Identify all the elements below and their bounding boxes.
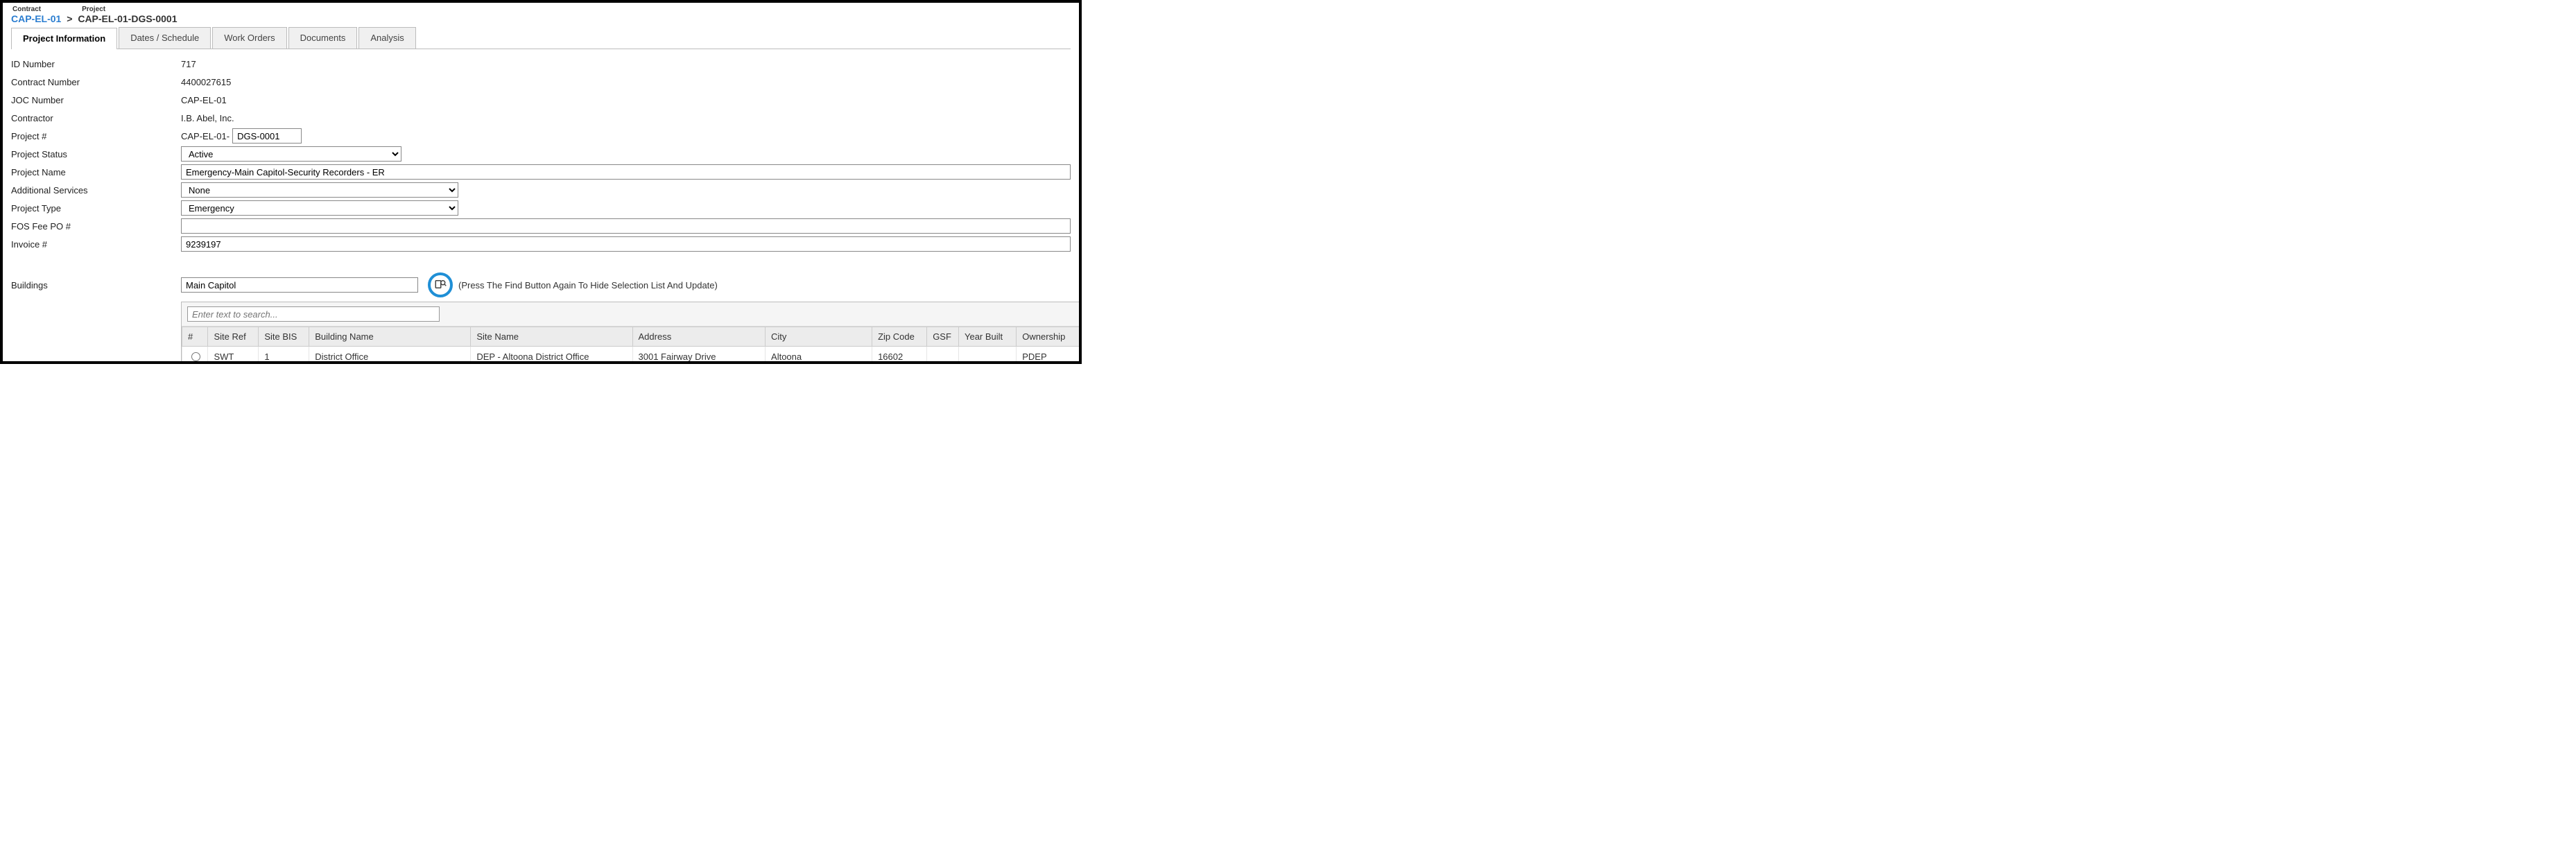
- cell-site-ref: SWT: [208, 347, 259, 365]
- cell-ownership: PDEP: [1017, 347, 1082, 365]
- cell-site-name: DEP - Altoona District Office: [471, 347, 632, 365]
- col-site-ref[interactable]: Site Ref: [208, 327, 259, 347]
- value-id-number: 717: [181, 59, 196, 69]
- buildings-input[interactable]: [181, 277, 418, 293]
- col-select[interactable]: #: [182, 327, 208, 347]
- label-contractor: Contractor: [11, 113, 181, 123]
- tab-project-information[interactable]: Project Information: [11, 28, 117, 49]
- breadcrumb-project-current: CAP-EL-01-DGS-0001: [78, 13, 177, 24]
- breadcrumb-contract-label: Contract: [12, 6, 41, 13]
- table-row[interactable]: SWT1District OfficeDEP - Altoona Distric…: [182, 347, 1082, 365]
- col-site-bis[interactable]: Site BIS: [259, 327, 309, 347]
- breadcrumb-contract-link[interactable]: CAP-EL-01: [11, 13, 61, 24]
- col-building-name[interactable]: Building Name: [309, 327, 471, 347]
- breadcrumb: CAP-EL-01 > CAP-EL-01-DGS-0001: [11, 13, 1071, 24]
- breadcrumb-separator: >: [67, 13, 72, 24]
- label-id-number: ID Number: [11, 59, 181, 69]
- project-num-prefix: CAP-EL-01-: [181, 131, 230, 141]
- find-button[interactable]: [428, 272, 453, 297]
- tab-work-orders[interactable]: Work Orders: [212, 27, 286, 49]
- col-zip[interactable]: Zip Code: [872, 327, 927, 347]
- cell-site-bis: 1: [259, 347, 309, 365]
- label-project-type: Project Type: [11, 203, 181, 214]
- project-status-select[interactable]: Active: [181, 146, 401, 162]
- tab-documents[interactable]: Documents: [288, 27, 358, 49]
- cell-year: [958, 347, 1016, 365]
- tabs: Project Information Dates / Schedule Wor…: [11, 27, 1071, 49]
- col-gsf[interactable]: GSF: [927, 327, 959, 347]
- label-project-num: Project #: [11, 131, 181, 141]
- invoice-num-input[interactable]: [181, 236, 1071, 252]
- cell-address: 3001 Fairway Drive: [632, 347, 766, 365]
- cell-city: Altoona: [766, 347, 872, 365]
- label-fos-fee-po: FOS Fee PO #: [11, 221, 181, 232]
- breadcrumb-project-label: Project: [82, 6, 105, 13]
- label-joc-number: JOC Number: [11, 95, 181, 105]
- col-site-name[interactable]: Site Name: [471, 327, 632, 347]
- find-lookup-icon: [434, 278, 447, 293]
- label-project-status: Project Status: [11, 149, 181, 159]
- label-additional-services: Additional Services: [11, 185, 181, 196]
- cell-gsf: [927, 347, 959, 365]
- fos-fee-po-input[interactable]: [181, 218, 1071, 234]
- value-contract-number: 4400027615: [181, 77, 231, 87]
- cell-building-name: District Office: [309, 347, 471, 365]
- label-buildings: Buildings: [11, 280, 181, 290]
- col-address[interactable]: Address: [632, 327, 766, 347]
- tab-dates-schedule[interactable]: Dates / Schedule: [119, 27, 211, 49]
- breadcrumb-labels: Contract Project: [11, 6, 1071, 13]
- table-header-row: # Site Ref Site BIS Building Name Site N…: [182, 327, 1082, 347]
- label-contract-number: Contract Number: [11, 77, 181, 87]
- cell-zip: 16602: [872, 347, 927, 365]
- project-num-input[interactable]: [232, 128, 302, 144]
- row-select-radio[interactable]: [191, 352, 200, 361]
- col-city[interactable]: City: [766, 327, 872, 347]
- app-frame: Contract Project CAP-EL-01 > CAP-EL-01-D…: [0, 0, 1082, 364]
- grid-search-input[interactable]: [187, 306, 440, 322]
- project-name-input[interactable]: [181, 164, 1071, 180]
- col-ownership[interactable]: Ownership: [1017, 327, 1082, 347]
- label-project-name: Project Name: [11, 167, 181, 177]
- label-invoice-num: Invoice #: [11, 239, 181, 250]
- project-type-select[interactable]: Emergency: [181, 200, 458, 216]
- tab-analysis[interactable]: Analysis: [358, 27, 415, 49]
- value-joc-number: CAP-EL-01: [181, 95, 227, 105]
- buildings-hint: (Press The Find Button Again To Hide Sel…: [458, 280, 718, 290]
- additional-services-select[interactable]: None: [181, 182, 458, 198]
- col-year[interactable]: Year Built: [958, 327, 1016, 347]
- buildings-grid: # Site Ref Site BIS Building Name Site N…: [181, 302, 1082, 364]
- value-contractor: I.B. Abel, Inc.: [181, 113, 234, 123]
- buildings-table: # Site Ref Site BIS Building Name Site N…: [182, 327, 1082, 364]
